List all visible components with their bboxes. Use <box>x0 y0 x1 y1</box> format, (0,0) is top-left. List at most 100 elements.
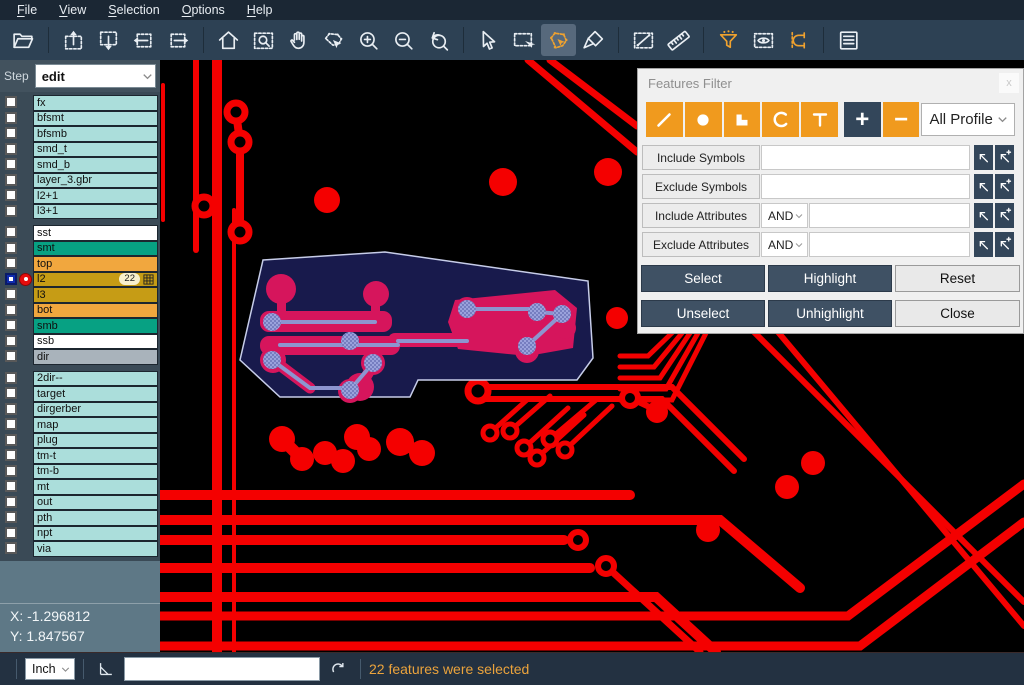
layer-name-cell[interactable]: l222 <box>33 272 158 288</box>
close-button[interactable]: Close <box>895 300 1020 327</box>
include-attributes-button[interactable]: Include Attributes <box>642 203 760 228</box>
layer-name-cell[interactable]: bfsmt <box>33 111 158 127</box>
sync-icon[interactable] <box>328 659 348 679</box>
snap-magnet-button[interactable] <box>781 24 816 56</box>
layer-name-cell[interactable]: fx <box>33 95 158 111</box>
import-right-button[interactable] <box>161 24 196 56</box>
import-up-button[interactable] <box>56 24 91 56</box>
layer-name-cell[interactable]: layer_3.gbr <box>33 173 158 189</box>
layer-name-cell[interactable]: ssb <box>33 334 158 350</box>
measure-distance-button[interactable] <box>626 24 661 56</box>
layer-row-target[interactable]: target <box>0 386 160 402</box>
layer-name-cell[interactable]: top <box>33 256 158 272</box>
layer-row-dir[interactable]: dir <box>0 349 160 365</box>
units-selector[interactable]: Inch <box>25 658 75 680</box>
layer-row-dirgerber[interactable]: dirgerber <box>0 402 160 418</box>
layer-row-smd_b[interactable]: smd_b <box>0 157 160 173</box>
layer-visibility-checkbox[interactable] <box>5 434 17 446</box>
layer-name-cell[interactable]: smt <box>33 241 158 257</box>
profile-selector[interactable]: All Profile <box>921 103 1015 136</box>
exclude-symbols-button[interactable]: Exclude Symbols <box>642 174 760 199</box>
feature-form-button[interactable] <box>831 24 866 56</box>
layer-row-bot[interactable]: bot <box>0 303 160 319</box>
layer-visibility-checkbox[interactable] <box>5 449 17 461</box>
include-symbols-pick-add-button[interactable] <box>995 145 1014 170</box>
menu-file[interactable]: File <box>6 0 48 20</box>
layer-row-l3+1[interactable]: l3+1 <box>0 204 160 220</box>
layer-name-cell[interactable]: via <box>33 541 158 557</box>
unselect-button[interactable]: Unselect <box>641 300 765 327</box>
view-eye-button[interactable] <box>746 24 781 56</box>
layer-visibility-checkbox[interactable] <box>5 480 17 492</box>
include-symbols-button[interactable]: Include Symbols <box>642 145 760 170</box>
step-selector[interactable]: edit <box>35 64 156 88</box>
layer-visibility-checkbox[interactable] <box>5 403 17 415</box>
open-file-button[interactable] <box>6 24 41 56</box>
layer-visibility-checkbox[interactable] <box>5 226 17 238</box>
menu-help[interactable]: Help <box>236 0 284 20</box>
layer-name-cell[interactable]: bot <box>33 303 158 319</box>
exclude-attributes-button[interactable]: Exclude Attributes <box>642 232 760 257</box>
layer-name-cell[interactable]: smb <box>33 318 158 334</box>
layer-name-cell[interactable]: l3 <box>33 287 158 303</box>
layer-row-npt[interactable]: npt <box>0 526 160 542</box>
add-mode-button[interactable]: + <box>844 102 881 137</box>
layer-visibility-checkbox[interactable] <box>5 304 17 316</box>
layer-row-layer_3.gbr[interactable]: layer_3.gbr <box>0 173 160 189</box>
exclude-attributes-pick-button[interactable] <box>974 232 993 257</box>
layer-name-cell[interactable]: map <box>33 417 158 433</box>
exclude-symbols-pick-button[interactable] <box>974 174 993 199</box>
layer-visibility-checkbox[interactable] <box>5 350 17 362</box>
layer-row-out[interactable]: out <box>0 495 160 511</box>
layer-name-cell[interactable]: bfsmb <box>33 126 158 142</box>
layer-name-cell[interactable]: plug <box>33 433 158 449</box>
layer-row-smt[interactable]: smt <box>0 241 160 257</box>
layer-row-bfsmb[interactable]: bfsmb <box>0 126 160 142</box>
layer-row-bfsmt[interactable]: bfsmt <box>0 111 160 127</box>
layer-row-tm-b[interactable]: tm-b <box>0 464 160 480</box>
layer-visibility-checkbox[interactable] <box>5 143 17 155</box>
exclude-attributes-input[interactable] <box>809 232 970 257</box>
layer-name-cell[interactable]: tm-t <box>33 448 158 464</box>
layer-row-top[interactable]: top <box>0 256 160 272</box>
pointer-select-button[interactable] <box>471 24 506 56</box>
close-icon[interactable]: x <box>999 73 1019 93</box>
home-view-button[interactable] <box>211 24 246 56</box>
menu-options[interactable]: Options <box>171 0 236 20</box>
layer-name-cell[interactable]: l2+1 <box>33 188 158 204</box>
layer-visibility-checkbox[interactable] <box>5 96 17 108</box>
zoom-area-button[interactable] <box>316 24 351 56</box>
zoom-out-button[interactable] <box>386 24 421 56</box>
layer-visibility-checkbox[interactable] <box>5 511 17 523</box>
remove-mode-button[interactable]: − <box>883 102 920 137</box>
zoom-window-button[interactable] <box>246 24 281 56</box>
layer-row-smb[interactable]: smb <box>0 318 160 334</box>
highlight-button[interactable]: Highlight <box>768 265 892 292</box>
layer-visibility-checkbox[interactable] <box>5 257 17 269</box>
layer-name-cell[interactable]: tm-b <box>33 464 158 480</box>
layer-name-cell[interactable]: dir <box>33 349 158 365</box>
layer-row-smd_t[interactable]: smd_t <box>0 142 160 158</box>
layer-visibility-checkbox[interactable] <box>5 527 17 539</box>
layer-visibility-checkbox[interactable] <box>5 158 17 170</box>
exclude-symbols-input[interactable] <box>761 174 970 199</box>
include-attributes-operator-select[interactable]: AND <box>761 203 808 228</box>
layer-row-plug[interactable]: plug <box>0 433 160 449</box>
include-attributes-input[interactable] <box>809 203 970 228</box>
exclude-symbols-pick-add-button[interactable] <box>995 174 1014 199</box>
features-filter-button[interactable] <box>711 24 746 56</box>
layer-name-cell[interactable]: l3+1 <box>33 204 158 220</box>
layer-row-mt[interactable]: mt <box>0 479 160 495</box>
polygon-select-button[interactable] <box>541 24 576 56</box>
layer-name-cell[interactable]: target <box>33 386 158 402</box>
layer-name-cell[interactable]: smd_t <box>33 142 158 158</box>
feature-line-button[interactable] <box>646 102 683 137</box>
layer-row-2dir--[interactable]: 2dir-- <box>0 371 160 387</box>
paint-brush-button[interactable] <box>576 24 611 56</box>
exclude-attributes-pick-add-button[interactable] <box>995 232 1014 257</box>
feature-surface-button[interactable] <box>724 102 761 137</box>
include-symbols-pick-button[interactable] <box>974 145 993 170</box>
import-left-button[interactable] <box>126 24 161 56</box>
layer-name-cell[interactable]: out <box>33 495 158 511</box>
zoom-in-button[interactable] <box>351 24 386 56</box>
